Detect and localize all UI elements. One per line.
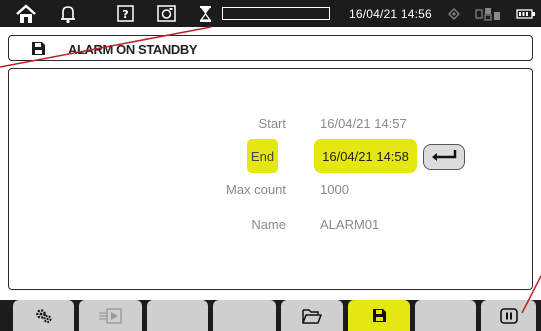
tab-open[interactable] <box>281 300 343 331</box>
help-icon[interactable]: ? <box>115 3 135 24</box>
connection-icon <box>446 3 462 24</box>
enter-button[interactable] <box>423 144 465 170</box>
save-icon <box>372 308 387 323</box>
tab-settings[interactable] <box>13 300 74 331</box>
enter-icon <box>429 148 459 167</box>
start-label: Start <box>258 116 286 131</box>
name-label: Name <box>251 217 286 232</box>
start-value[interactable]: 16/04/21 14:57 <box>320 116 407 131</box>
bell-icon[interactable] <box>58 3 78 24</box>
screenshot-icon[interactable] <box>155 3 177 24</box>
page-title: ALARM ON STANDBY <box>68 42 198 57</box>
save-icon <box>31 41 46 61</box>
home-icon[interactable] <box>14 3 38 24</box>
end-label[interactable]: End <box>247 139 278 173</box>
pause-icon <box>499 307 518 324</box>
tab-empty-3[interactable] <box>147 300 208 331</box>
max-count-value[interactable]: 1000 <box>320 182 349 197</box>
folder-open-icon <box>302 308 322 324</box>
network-icon <box>474 3 502 24</box>
battery-icon <box>515 3 537 24</box>
status-datetime: 16/04/21 14:56 <box>349 7 432 21</box>
tab-empty-4[interactable] <box>213 300 276 331</box>
tab-save[interactable] <box>348 300 410 331</box>
name-value[interactable]: ALARM01 <box>320 217 379 232</box>
settings-gears-icon <box>35 308 53 324</box>
tab-empty-7[interactable] <box>415 300 476 331</box>
end-value[interactable]: 16/04/21 14:58 <box>314 139 417 173</box>
alarm-form-panel: Start 16/04/21 14:57 End 16/04/21 14:58 … <box>8 68 533 290</box>
max-count-label: Max count <box>226 182 286 197</box>
svg-text:?: ? <box>122 8 128 21</box>
status-bar: ? 16/04/21 14:56 <box>0 0 541 27</box>
function-tab-bar <box>0 300 541 331</box>
play-arrow-icon <box>98 307 124 324</box>
title-bar: ALARM ON STANDBY <box>8 35 533 61</box>
tab-pause[interactable] <box>481 300 536 331</box>
tab-play[interactable] <box>79 300 142 331</box>
progress-bar <box>222 7 330 20</box>
hourglass-icon <box>196 3 214 24</box>
